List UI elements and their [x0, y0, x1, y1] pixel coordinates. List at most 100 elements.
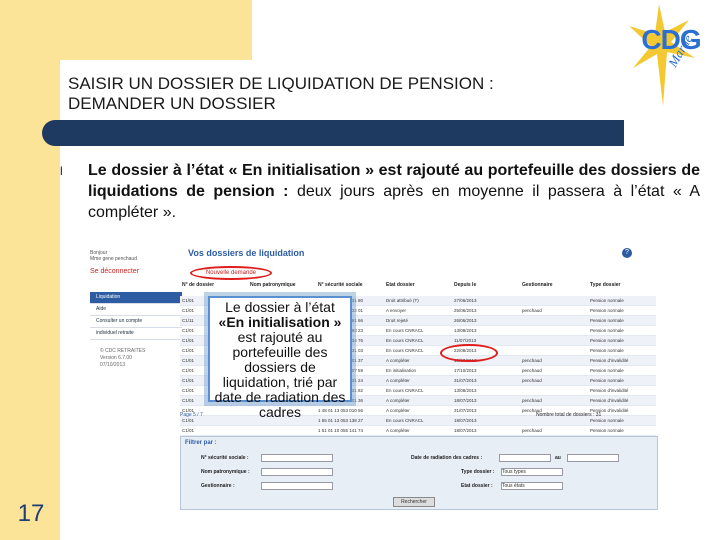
- table-cell: [520, 336, 588, 345]
- table-cell: Pension d'invalidité: [590, 358, 629, 363]
- col-header[interactable]: Etat dossier: [384, 282, 452, 296]
- table-cell: 1 51 01 10 055 141 74: [318, 428, 364, 433]
- col-header[interactable]: N° sécurité sociale: [316, 282, 384, 296]
- table-cell: Pension normale: [590, 378, 624, 383]
- table-cell: A compléter: [386, 428, 410, 433]
- filter-state-select[interactable]: Tous états: [501, 482, 563, 490]
- callout-box: Le dossier à l’état «En initialisation »…: [208, 296, 352, 420]
- user-greeting-line2: Mme gene penchaud: [90, 256, 137, 262]
- table-cell: 17/10/2013: [454, 368, 477, 373]
- slide-sidebar: [0, 0, 60, 540]
- table-cell: penchaud: [522, 428, 542, 433]
- filter-ss-input[interactable]: [261, 454, 333, 462]
- table-cell: Pension d'invalidité: [590, 388, 629, 393]
- table-cell: A envoyer: [386, 308, 407, 313]
- table-cell: Pension normale: [590, 308, 624, 313]
- version-line3: 07/10/2013: [100, 362, 126, 368]
- table-cell: [248, 426, 316, 435]
- table-cell: 13/08/2013: [454, 328, 477, 333]
- filter-panel: Filtrer par : N° sécurité sociale : Nom …: [180, 436, 658, 510]
- filter-type-select[interactable]: Tous types: [501, 468, 563, 476]
- table-cell: Pension normale: [590, 348, 624, 353]
- filter-manager-input[interactable]: [261, 482, 333, 490]
- table-cell: 31/07/2013: [454, 408, 477, 413]
- table-cell: Pension normale: [590, 338, 624, 343]
- callout-line2-bold: «En initialisation »: [218, 314, 342, 330]
- table-cell: En cours CNRACL: [386, 388, 424, 393]
- slide-title-line2: DEMANDER UN DOSSIER: [68, 94, 276, 113]
- table-cell: C1/01: [182, 428, 195, 433]
- col-header[interactable]: Nom patronymique: [248, 282, 316, 296]
- filter-date-from[interactable]: [499, 454, 551, 462]
- filter-date-label: Date de radiation des cadres :: [411, 455, 483, 461]
- table-cell: En cours CNRACL: [386, 328, 424, 333]
- new-request-button[interactable]: Nouvelle demande: [190, 266, 272, 280]
- menu-item-aide[interactable]: Aide: [90, 304, 182, 316]
- table-cell: En initialisation: [386, 368, 417, 373]
- table-cell: Droit attribué (T): [386, 298, 419, 303]
- table-cell: A compléter: [386, 398, 410, 403]
- filter-state-label: Etat dossier :: [461, 483, 493, 489]
- version-line1: © CDC RETRAITES: [100, 348, 146, 354]
- filter-name-input[interactable]: [261, 468, 333, 476]
- table-cell: penchaud: [522, 308, 542, 313]
- filter-date-to-label: au: [555, 455, 561, 461]
- menu-item-consulter-2[interactable]: individuel retraite: [90, 328, 182, 340]
- callout-line2: «En initialisation »: [210, 315, 350, 330]
- pager[interactable]: Page 5 / 7: [180, 412, 203, 418]
- table-cell: 13/08/2013: [454, 388, 477, 393]
- table-cell: Pension normale: [590, 428, 624, 433]
- table-cell: En cours CNRACL: [386, 418, 424, 423]
- table-cell: Pension normale: [590, 368, 624, 373]
- app-screenshot: Bonjour Mme gene penchaud Se déconnecter…: [88, 240, 660, 512]
- filter-ss-label: N° sécurité sociale :: [201, 455, 249, 461]
- col-header[interactable]: N° de dossier: [180, 282, 248, 296]
- filter-date-to[interactable]: [567, 454, 619, 462]
- bullet-text: Le dossier à l’état « En initialisation …: [88, 160, 700, 223]
- slide-title-line1: SAISIR UN DOSSIER DE LIQUIDATION DE PENS…: [68, 74, 494, 93]
- slide-title: SAISIR UN DOSSIER DE LIQUIDATION DE PENS…: [68, 74, 494, 114]
- version-info: © CDC RETRAITES Version 6.7.00 07/10/201…: [100, 348, 145, 369]
- total-count: Nombre total de dossiers : 31: [536, 412, 602, 418]
- table-cell: [520, 346, 588, 355]
- col-header[interactable]: Type dossier: [588, 282, 656, 296]
- bullet-icon: l: [60, 164, 63, 178]
- highlight-circle: [440, 344, 498, 362]
- title-bar: [42, 120, 624, 146]
- filter-title: Filtrer par :: [185, 440, 217, 446]
- table-cell: 26/06/2013: [454, 318, 477, 323]
- table-cell: A compléter: [386, 358, 410, 363]
- table-cell: [520, 386, 588, 395]
- page-number: 17: [17, 500, 45, 527]
- table-cell: A compléter: [386, 408, 410, 413]
- filter-name-label: Nom patronymique :: [201, 469, 250, 475]
- table-cell: 31/07/2013: [454, 378, 477, 383]
- logout-link[interactable]: Se déconnecter: [90, 268, 139, 275]
- table-cell: 18/07/2013: [454, 418, 477, 423]
- table-cell: 27/06/2013: [454, 298, 477, 303]
- table-cell: 25/06/2013: [454, 308, 477, 313]
- menu-item-consulter[interactable]: Consulter un compte: [90, 316, 182, 328]
- search-button[interactable]: Rechercher: [393, 497, 435, 507]
- menu-item-liquidation[interactable]: Liquidation: [90, 292, 182, 304]
- table-cell: Pension normale: [590, 318, 624, 323]
- col-header[interactable]: Gestionnaire: [520, 282, 588, 296]
- table-cell: [520, 316, 588, 325]
- table-cell: [520, 326, 588, 335]
- table-cell: Pension normale: [590, 328, 624, 333]
- callout-line1: Le dossier à l’état: [225, 299, 335, 315]
- table-cell: Pension normale: [590, 298, 624, 303]
- table-cell: Droit rejeté: [386, 318, 409, 323]
- filter-type-label: Type dossier :: [461, 469, 495, 475]
- table-cell: penchaud: [522, 358, 542, 363]
- table-cell: [520, 296, 588, 305]
- table-row[interactable]: C1/01 1 51 01 10 055 141 74 A compléter 18/…: [180, 426, 656, 436]
- table-header: N° de dossier Nom patronymique N° sécuri…: [180, 282, 656, 296]
- table-cell: penchaud: [522, 398, 542, 403]
- help-icon[interactable]: ?: [622, 248, 632, 258]
- col-header[interactable]: Depuis le: [452, 282, 520, 296]
- table-cell: 18/07/2013: [454, 428, 477, 433]
- app-page-title: Vos dossiers de liquidation: [188, 248, 305, 258]
- table-cell: penchaud: [522, 368, 542, 373]
- table-cell: 18/07/2013: [454, 398, 477, 403]
